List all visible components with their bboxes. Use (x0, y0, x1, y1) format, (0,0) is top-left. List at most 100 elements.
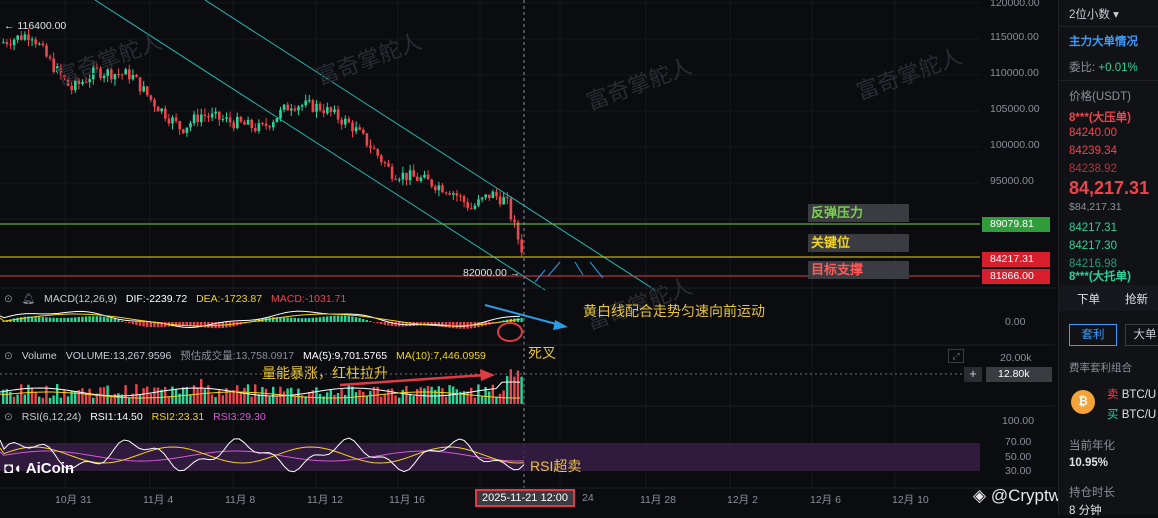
candle-body (452, 193, 455, 195)
bell-icon[interactable]: 🔔︎ (22, 293, 35, 305)
volume-bar (398, 397, 401, 404)
volume-bar (516, 370, 520, 404)
eye-icon[interactable]: ⊙ (4, 350, 13, 362)
bid-price[interactable]: 84217.30 (1069, 240, 1117, 252)
volume-bar (66, 396, 70, 404)
volume-bar (466, 391, 469, 404)
candle-body (272, 122, 275, 128)
candle-body (30, 39, 34, 41)
volume-bar (189, 394, 192, 404)
candle-body (383, 162, 387, 164)
macd-bar (45, 317, 48, 322)
rsi-title: RSI(6,12,24) (21, 411, 82, 423)
volume-bar (214, 397, 217, 404)
volume-bar (412, 396, 415, 404)
macd-bar (99, 316, 102, 322)
candle-body (434, 186, 437, 191)
candle-body (178, 121, 181, 130)
volume-bar (149, 393, 152, 404)
candle-body (520, 239, 523, 253)
volume-bar (92, 397, 95, 404)
chart-area[interactable]: 富奇掌舵人 富奇掌舵人 富奇掌舵人 富奇掌舵人 富奇掌舵人 120000.00 1150… (0, 0, 1083, 515)
volume-bar (394, 395, 397, 404)
watermark-text: 富奇掌舵人 (584, 55, 696, 116)
volume-bar (41, 397, 44, 404)
grab-new-button[interactable]: 抢新 (1125, 291, 1148, 307)
macd-bar (268, 317, 271, 322)
candle-body (318, 103, 322, 111)
candle-body (300, 105, 304, 107)
candle-body (16, 35, 19, 40)
x-tick: 11月 8 (225, 494, 256, 506)
place-order-button[interactable]: 下单 (1077, 291, 1100, 307)
candle-body (473, 205, 477, 209)
candle-body (362, 129, 365, 134)
funding-combo-label: 费率套利组合 (1069, 362, 1132, 374)
y-tick: 95000.00 (990, 175, 1034, 187)
section-title[interactable]: 主力大单情况 (1069, 33, 1138, 49)
macd-bar (336, 315, 340, 322)
volume-bar (506, 376, 509, 404)
volume-bar (236, 385, 239, 404)
macd-bar (322, 316, 325, 322)
candle-body (9, 44, 12, 46)
candle-body (419, 177, 423, 181)
expand-icon[interactable]: ⤢ (948, 349, 964, 363)
candle-body (174, 117, 178, 122)
eye-icon[interactable]: ⊙ (4, 293, 13, 305)
macd-bar (38, 316, 41, 322)
volume-bar (138, 395, 142, 404)
candle-body (293, 108, 297, 111)
volume-bar (254, 384, 257, 404)
candlestick-chart[interactable]: 富奇掌舵人 富奇掌舵人 富奇掌舵人 富奇掌舵人富奇掌舵人 (0, 0, 1055, 515)
candle-body (34, 39, 37, 45)
bid-big-order: 8***(大托单) (1069, 271, 1131, 283)
candle-body (167, 118, 171, 124)
candle-body (131, 74, 135, 80)
buy-pair[interactable]: 买 BTC/U (1107, 406, 1156, 422)
volume-value: VOLUME:13,267.9596 (65, 350, 172, 362)
tab-big-order[interactable]: 大单 (1125, 324, 1158, 346)
macd-bar (210, 322, 214, 329)
candle-body (394, 178, 397, 180)
macd-bar (74, 317, 77, 322)
candle-body (480, 197, 484, 200)
macd-bar (77, 317, 80, 322)
candle-body (142, 86, 145, 92)
last-price: 84,217.31 (1069, 178, 1150, 198)
volume-bar (27, 384, 30, 404)
volume-bar (380, 396, 383, 404)
sell-pair[interactable]: 卖 BTC/U (1107, 386, 1156, 402)
x-tick: 24 (582, 492, 594, 504)
add-icon[interactable]: + (964, 367, 982, 382)
macd-bar (383, 322, 386, 325)
eye-icon[interactable]: ⊙ (4, 411, 13, 423)
volume-bar (228, 393, 232, 404)
x-tick: 11月 4 (143, 494, 174, 506)
tab-arbitrage[interactable]: 套利 (1069, 324, 1117, 346)
ask-price[interactable]: 84240.00 (1069, 127, 1117, 139)
annual-label: 当前年化 (1069, 440, 1115, 452)
candle-body (120, 74, 124, 76)
volume-bar (408, 393, 412, 404)
candle-body (261, 123, 264, 125)
candle-body (149, 95, 153, 100)
candle-body (509, 198, 513, 220)
ask-price[interactable]: 84238.92 (1069, 163, 1117, 175)
bid-price[interactable]: 84217.31 (1069, 222, 1117, 234)
candle-body (358, 127, 361, 130)
volume-bar (48, 397, 52, 404)
volume-bar (452, 386, 455, 404)
decimal-select[interactable]: 2位小数 ▾ (1069, 6, 1119, 22)
candle-body (48, 56, 52, 59)
macd-bar (304, 318, 307, 322)
order-book-panel: 2位小数 ▾ 主力大单情况 委比: +0.01% 价格(USDT) 8***(大… (1058, 0, 1158, 517)
candle-body (516, 222, 520, 240)
candle-body (282, 104, 286, 110)
candle-body (491, 191, 495, 199)
candle-body (128, 69, 131, 80)
bitcoin-icon: ₿ (1071, 390, 1095, 414)
ask-price[interactable]: 84239.34 (1069, 145, 1117, 157)
macd-bar (290, 317, 293, 322)
candle-body (243, 121, 246, 125)
